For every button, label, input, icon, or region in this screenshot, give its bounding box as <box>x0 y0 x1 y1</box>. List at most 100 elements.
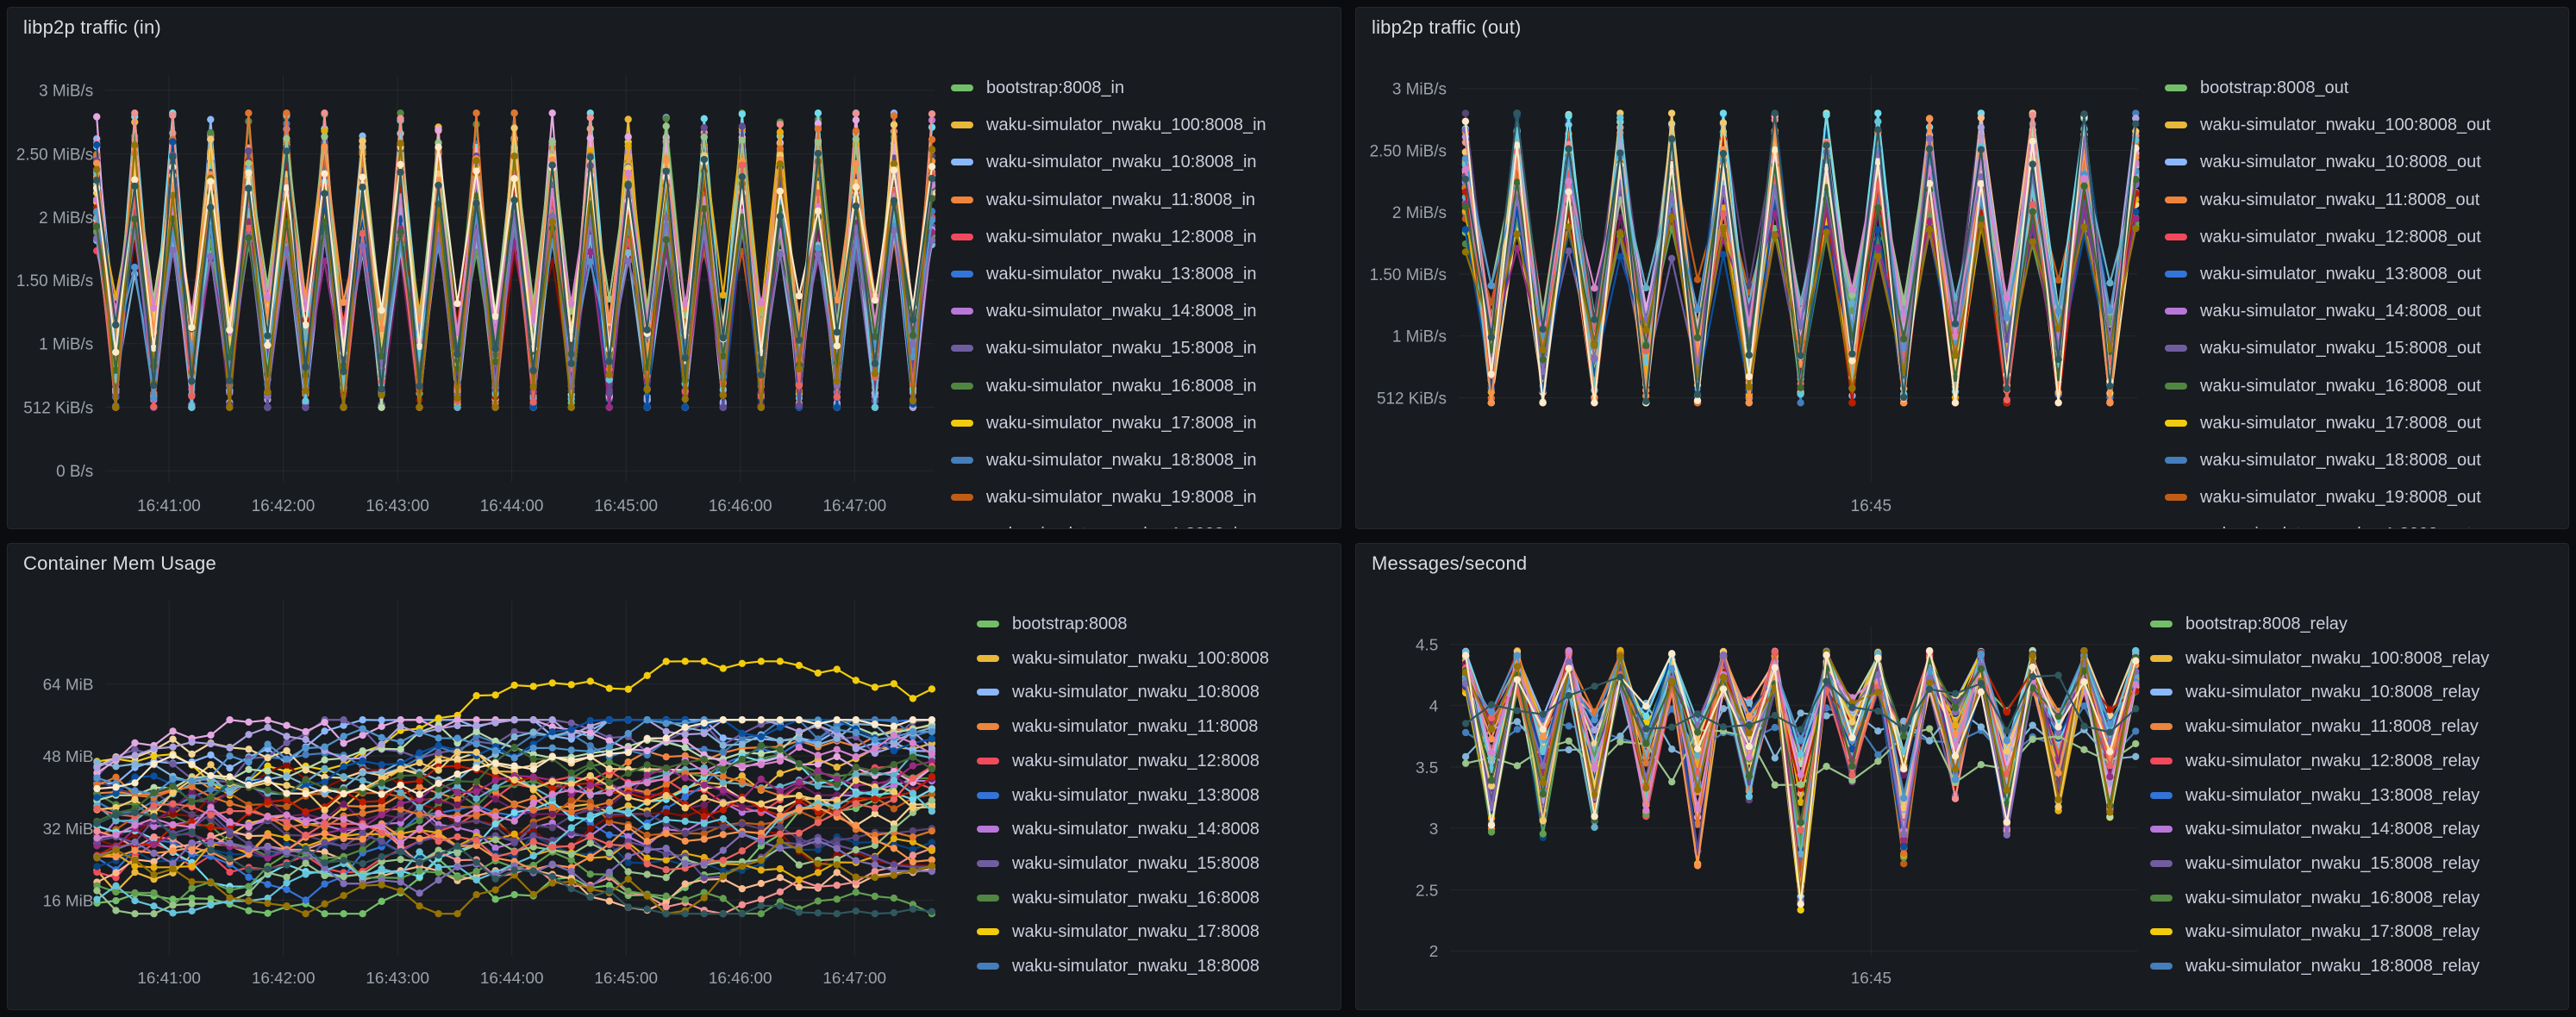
legend-label: waku-simulator_nwaku_14:8008_out <box>2200 301 2481 321</box>
legend-item[interactable]: waku-simulator_nwaku_12:8008_relay <box>2150 751 2479 771</box>
y-tick-label: 3 <box>1429 820 1439 839</box>
series-color-swatch <box>951 494 973 501</box>
legend-item[interactable]: waku-simulator_nwaku_16:8008_relay <box>2150 888 2479 908</box>
legend-item[interactable]: waku-simulator_nwaku_17:8008_in <box>951 413 1257 434</box>
legend-item[interactable]: waku-simulator_nwaku_14:8008_out <box>2165 301 2481 321</box>
legend-item[interactable]: waku-simulator_nwaku_13:8008_relay <box>2150 785 2479 806</box>
y-tick-label: 512 KiB/s <box>23 399 93 417</box>
legend-item[interactable]: waku-simulator_nwaku_10:8008_relay <box>2150 682 2479 702</box>
panel-title[interactable]: libp2p traffic (out) <box>1372 16 1522 39</box>
legend-label: waku-simulator_nwaku_10:8008_relay <box>2185 682 2479 702</box>
series-color-swatch <box>977 655 999 662</box>
y-tick-label: 3.5 <box>1416 759 1438 777</box>
y-tick-label: 4.5 <box>1416 637 1438 655</box>
series-color-swatch <box>977 621 999 627</box>
legend-item[interactable]: waku-simulator_nwaku_14:8008_relay <box>2150 819 2479 839</box>
x-tick-label: 16:45 <box>1851 497 1891 515</box>
series-lines <box>1462 647 2139 914</box>
legend-item[interactable]: waku-simulator_nwaku_14:8008_in <box>951 301 1257 321</box>
legend-label: bootstrap:8008_in <box>986 78 1124 98</box>
legend-item[interactable]: waku-simulator_nwaku_19:8008_out <box>2165 487 2481 508</box>
legend-item[interactable]: waku-simulator_nwaku_15:8008_relay <box>2150 853 2479 874</box>
legend-item[interactable]: waku-simulator_nwaku_17:8008_out <box>2165 413 2481 434</box>
legend-item[interactable]: waku-simulator_nwaku_15:8008_in <box>951 338 1257 359</box>
legend-item[interactable]: waku-simulator_nwaku_18:8008 <box>977 956 1260 976</box>
x-tick-label: 16:45:00 <box>594 497 658 515</box>
series-color-swatch <box>2150 655 2173 662</box>
legend-item[interactable]: waku-simulator_nwaku_16:8008 <box>977 888 1260 908</box>
legend-item[interactable]: waku-simulator_nwaku_11:8008 <box>977 716 1258 737</box>
legend-label: waku-simulator_nwaku_100:8008_out <box>2200 115 2491 135</box>
y-tick-label: 1 MiB/s <box>39 336 93 354</box>
series-color-swatch <box>951 383 973 390</box>
series-color-swatch <box>2165 308 2187 315</box>
y-tick-label: 48 MiB <box>43 748 94 766</box>
legend-item[interactable]: waku-simulator_nwaku_10:8008_in <box>951 152 1257 172</box>
legend-item[interactable]: bootstrap:8008 <box>977 614 1127 634</box>
legend-item[interactable]: waku-simulator_nwaku_12:8008_out <box>2165 227 2481 247</box>
legend-label: waku-simulator_nwaku_100:8008 <box>1012 648 1269 669</box>
series-color-swatch <box>951 271 973 278</box>
y-tick-label: 2 MiB/s <box>39 209 93 228</box>
legend-label: waku-simulator_nwaku_16:8008 <box>1012 888 1260 908</box>
legend-item[interactable]: bootstrap:8008_out <box>2165 78 2348 98</box>
legend-label: waku-simulator_nwaku_15:8008_out <box>2200 338 2481 359</box>
series-color-swatch <box>977 928 999 935</box>
legend-label: bootstrap:8008_out <box>2200 78 2348 98</box>
legend-label: waku-simulator_nwaku_11:8008 <box>1012 716 1258 737</box>
panel-title[interactable]: Container Mem Usage <box>23 552 216 575</box>
legend-item[interactable]: waku-simulator_nwaku_10:8008 <box>977 682 1260 702</box>
legend-item[interactable]: waku-simulator_nwaku_100:8008_relay <box>2150 648 2489 669</box>
legend-item[interactable]: waku-simulator_nwaku_18:8008_in <box>951 450 1257 471</box>
legend-item[interactable]: waku-simulator_nwaku_12:8008 <box>977 751 1260 771</box>
x-tick-label: 16:43:00 <box>366 497 429 515</box>
x-tick-label: 16:42:00 <box>252 497 316 515</box>
legend-label: waku-simulator_nwaku_18:8008_in <box>986 450 1257 471</box>
legend-item[interactable]: waku-simulator_nwaku_11:8008_out <box>2165 190 2479 210</box>
legend-item[interactable]: waku-simulator_nwaku_14:8008 <box>977 819 1260 839</box>
legend-label: bootstrap:8008_relay <box>2185 614 2348 634</box>
x-tick-label: 16:41:00 <box>137 970 201 988</box>
legend-item[interactable]: waku-simulator_nwaku_19:8008_in <box>951 487 1257 508</box>
legend-item[interactable]: waku-simulator_nwaku_1:8008_out <box>2165 524 2472 528</box>
legend-item[interactable]: bootstrap:8008_in <box>951 78 1124 98</box>
legend-item[interactable]: waku-simulator_nwaku_15:8008_out <box>2165 338 2481 359</box>
legend-label: waku-simulator_nwaku_10:8008 <box>1012 682 1260 702</box>
panel-title[interactable]: Messages/second <box>1372 552 1527 575</box>
series-color-swatch <box>951 159 973 165</box>
legend-item[interactable]: waku-simulator_nwaku_13:8008_in <box>951 264 1257 284</box>
series-color-swatch <box>2150 928 2173 935</box>
series-color-swatch <box>951 457 973 464</box>
legend-item[interactable]: waku-simulator_nwaku_11:8008_in <box>951 190 1255 210</box>
legend-item[interactable]: waku-simulator_nwaku_15:8008 <box>977 853 1260 874</box>
legend-item[interactable]: waku-simulator_nwaku_11:8008_relay <box>2150 716 2479 737</box>
legend-label: waku-simulator_nwaku_14:8008 <box>1012 819 1260 839</box>
legend-item[interactable]: waku-simulator_nwaku_17:8008 <box>977 921 1260 942</box>
legend-item[interactable]: waku-simulator_nwaku_18:8008_out <box>2165 450 2481 471</box>
legend-item[interactable]: waku-simulator_nwaku_16:8008_out <box>2165 376 2481 396</box>
legend-label: waku-simulator_nwaku_18:8008 <box>1012 956 1260 976</box>
legend-label: waku-simulator_nwaku_12:8008_out <box>2200 227 2481 247</box>
legend-item[interactable]: waku-simulator_nwaku_12:8008_in <box>951 227 1257 247</box>
legend-item[interactable]: waku-simulator_nwaku_13:8008 <box>977 785 1260 806</box>
legend-item[interactable]: waku-simulator_nwaku_10:8008_out <box>2165 152 2481 172</box>
legend-label: waku-simulator_nwaku_17:8008_out <box>2200 413 2481 434</box>
legend-item[interactable]: waku-simulator_nwaku_16:8008_in <box>951 376 1257 396</box>
legend-item[interactable]: waku-simulator_nwaku_100:8008 <box>977 648 1269 669</box>
y-tick-label: 32 MiB <box>43 820 94 839</box>
legend-item[interactable]: waku-simulator_nwaku_100:8008_in <box>951 115 1266 135</box>
legend-item[interactable]: bootstrap:8008_relay <box>2150 614 2348 634</box>
legend-label: waku-simulator_nwaku_12:8008 <box>1012 751 1260 771</box>
legend-item[interactable]: waku-simulator_nwaku_13:8008_out <box>2165 264 2481 284</box>
series-color-swatch <box>951 345 973 352</box>
legend-item[interactable]: waku-simulator_nwaku_17:8008_relay <box>2150 921 2479 942</box>
legend-item[interactable]: waku-simulator_nwaku_18:8008_relay <box>2150 956 2479 976</box>
panel-title[interactable]: libp2p traffic (in) <box>23 16 161 39</box>
x-tick-label: 16:46:00 <box>709 970 772 988</box>
y-tick-label: 0 B/s <box>56 463 93 481</box>
legend-label: waku-simulator_nwaku_14:8008_relay <box>2185 819 2479 839</box>
legend-item[interactable]: waku-simulator_nwaku_100:8008_out <box>2165 115 2491 135</box>
x-tick-label: 16:42:00 <box>252 970 316 988</box>
x-tick-label: 16:47:00 <box>822 970 886 988</box>
legend-item[interactable]: waku-simulator_nwaku_1:8008_in <box>951 524 1247 528</box>
